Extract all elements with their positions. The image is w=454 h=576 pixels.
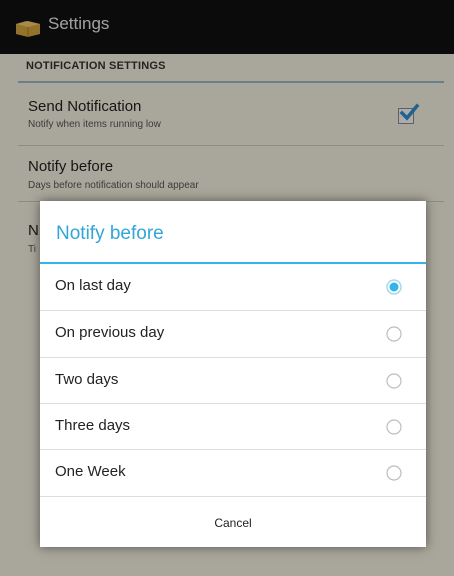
option-label: Three days	[55, 417, 131, 434]
notify-before-dialog: Notify before On last day On previous da…	[40, 201, 426, 547]
radio-unselected-icon[interactable]	[386, 373, 402, 389]
radio-unselected-icon[interactable]	[386, 326, 402, 342]
option-divider	[40, 496, 426, 497]
cancel-button[interactable]: Cancel	[40, 498, 426, 547]
option-on-previous-day[interactable]: On previous day	[40, 311, 426, 357]
dialog-title: Notify before	[56, 223, 164, 244]
option-two-days[interactable]: Two days	[40, 358, 426, 404]
option-on-last-day[interactable]: On last day	[40, 264, 426, 310]
radio-selected-icon[interactable]	[386, 279, 402, 295]
option-one-week[interactable]: One Week	[40, 450, 426, 496]
option-three-days[interactable]: Three days	[40, 404, 426, 450]
radio-unselected-icon[interactable]	[386, 465, 402, 481]
option-label: One Week	[55, 463, 126, 480]
option-label: Two days	[55, 371, 119, 388]
option-label: On last day	[55, 277, 131, 294]
radio-unselected-icon[interactable]	[386, 419, 402, 435]
option-label: On previous day	[55, 324, 165, 341]
